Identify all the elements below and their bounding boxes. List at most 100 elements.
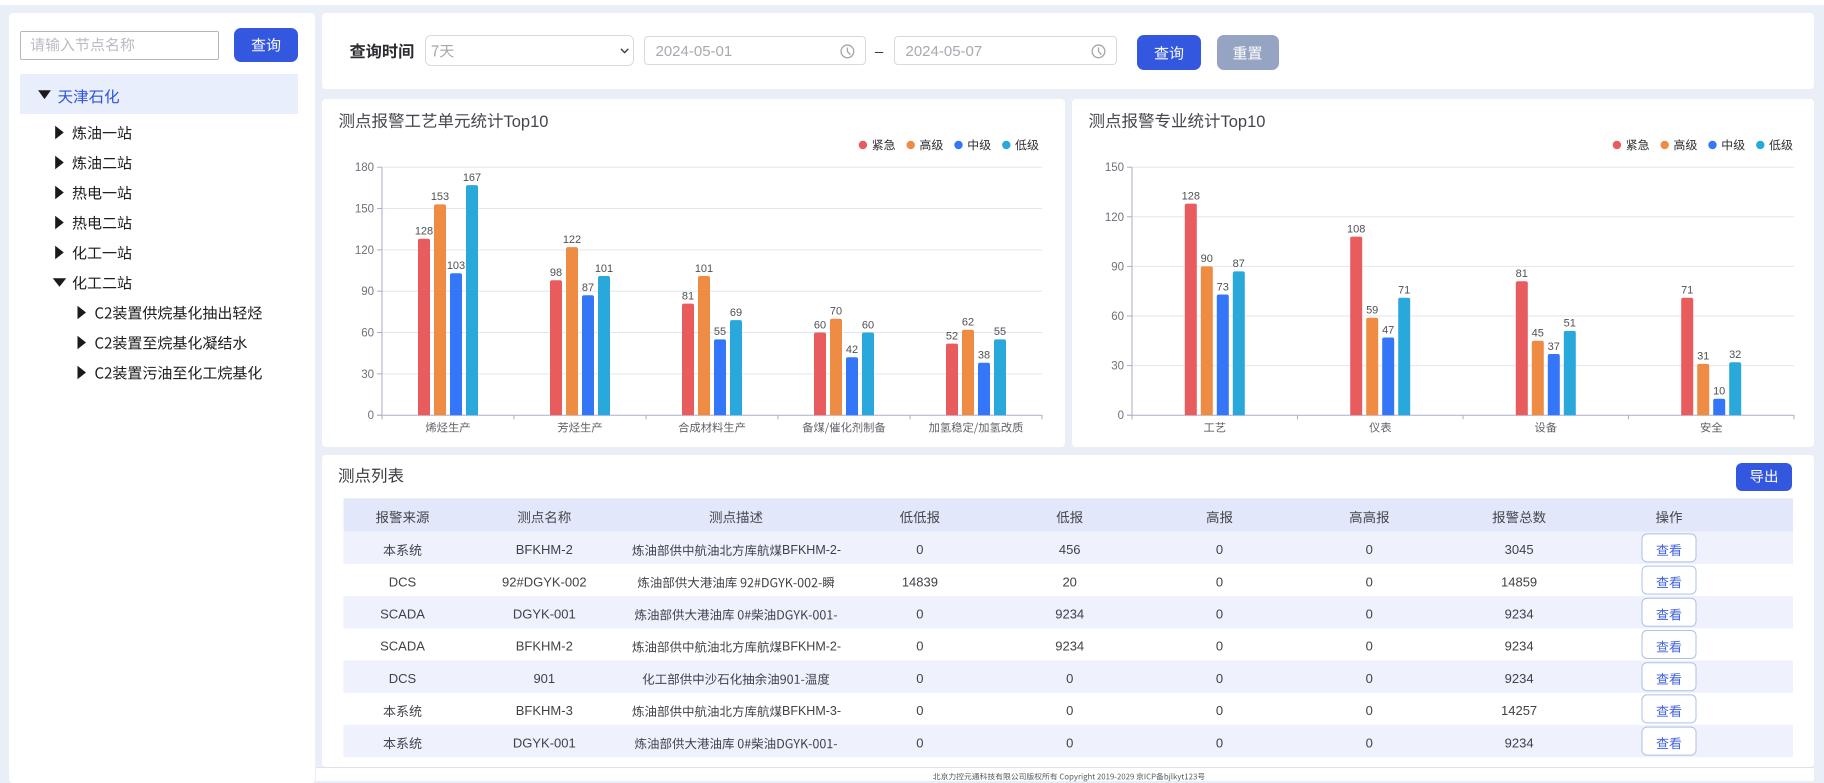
- svg-text:59: 59: [1366, 305, 1378, 317]
- svg-text:9234: 9234: [1055, 639, 1084, 654]
- svg-text:71: 71: [1681, 285, 1693, 297]
- svg-text:90: 90: [361, 286, 374, 298]
- svg-text:37: 37: [1548, 341, 1560, 353]
- svg-text:9234: 9234: [1505, 735, 1534, 750]
- svg-text:51: 51: [1564, 318, 1576, 330]
- svg-text:73: 73: [1217, 281, 1229, 293]
- svg-text:108: 108: [1347, 223, 1365, 235]
- svg-text:14839: 14839: [902, 574, 938, 589]
- svg-text:101: 101: [695, 263, 713, 275]
- svg-text:SCADA: SCADA: [380, 639, 425, 654]
- svg-text:47: 47: [1382, 324, 1394, 336]
- svg-text:45: 45: [1532, 328, 1544, 340]
- svg-text:0: 0: [1216, 574, 1223, 589]
- svg-text:BFKHM-3-: BFKHM-3-: [782, 704, 841, 718]
- svg-text:153: 153: [431, 191, 449, 203]
- svg-text:42: 42: [846, 344, 858, 356]
- svg-text:90: 90: [1201, 253, 1213, 265]
- svg-text:87: 87: [1233, 258, 1245, 270]
- svg-text:Top10: Top10: [1221, 113, 1266, 131]
- svg-text:150: 150: [355, 204, 374, 216]
- svg-text:60: 60: [814, 319, 826, 331]
- svg-text:62: 62: [962, 317, 974, 329]
- svg-text:90: 90: [1111, 261, 1124, 273]
- svg-text:10: 10: [1713, 386, 1725, 398]
- svg-text:BFKHM-2-: BFKHM-2-: [782, 640, 841, 654]
- svg-text:0: 0: [1366, 735, 1373, 750]
- svg-text:81: 81: [682, 290, 694, 302]
- svg-text:30: 30: [361, 369, 374, 381]
- svg-text:98: 98: [550, 267, 562, 279]
- svg-text:71: 71: [1398, 285, 1410, 297]
- svg-text:3045: 3045: [1505, 542, 1534, 557]
- svg-text:BFKHM-2: BFKHM-2: [516, 639, 573, 654]
- svg-text:60: 60: [1111, 311, 1124, 323]
- svg-text:SCADA: SCADA: [380, 607, 425, 622]
- svg-text:9234: 9234: [1505, 671, 1534, 686]
- svg-text:–: –: [875, 44, 884, 61]
- svg-text:0: 0: [1366, 607, 1373, 622]
- svg-text:BFKHM-3: BFKHM-3: [516, 703, 573, 718]
- svg-text:0: 0: [916, 542, 923, 557]
- svg-text:0: 0: [1216, 639, 1223, 654]
- svg-text:92#DGYK-002: 92#DGYK-002: [502, 574, 587, 589]
- svg-text:9234: 9234: [1505, 607, 1534, 622]
- svg-text:0: 0: [916, 607, 923, 622]
- svg-text:101: 101: [595, 263, 613, 275]
- svg-text:BFKHM-2-: BFKHM-2-: [782, 543, 841, 557]
- svg-text:0: 0: [1216, 703, 1223, 718]
- svg-text:456: 456: [1059, 542, 1081, 557]
- svg-text:0: 0: [1366, 639, 1373, 654]
- svg-text:128: 128: [415, 226, 433, 238]
- svg-text:901: 901: [533, 671, 555, 686]
- svg-text:DCS: DCS: [389, 574, 417, 589]
- svg-text:9234: 9234: [1055, 607, 1084, 622]
- svg-text:0: 0: [368, 410, 374, 422]
- svg-text:180: 180: [355, 162, 374, 174]
- svg-text:0: 0: [916, 671, 923, 686]
- svg-text:0: 0: [1066, 703, 1073, 718]
- svg-text:30: 30: [1111, 361, 1124, 373]
- svg-text:0: 0: [1366, 542, 1373, 557]
- svg-text:167: 167: [463, 172, 481, 184]
- svg-text:Top10: Top10: [504, 113, 549, 131]
- svg-text:DGYK-001: DGYK-001: [513, 735, 576, 750]
- svg-text:55: 55: [714, 326, 726, 338]
- svg-text:DCS: DCS: [389, 671, 417, 686]
- svg-text:0: 0: [916, 639, 923, 654]
- svg-text:120: 120: [355, 245, 374, 257]
- svg-text:20: 20: [1062, 574, 1076, 589]
- svg-text:55: 55: [994, 326, 1006, 338]
- svg-text:150: 150: [1105, 162, 1124, 174]
- svg-text:103: 103: [447, 260, 465, 272]
- svg-text:0: 0: [1366, 671, 1373, 686]
- svg-text:52: 52: [946, 330, 958, 342]
- svg-text:32: 32: [1729, 349, 1741, 361]
- svg-text:0: 0: [1216, 607, 1223, 622]
- svg-text:2024-05-01: 2024-05-01: [656, 43, 733, 60]
- svg-text:60: 60: [862, 319, 874, 331]
- svg-text:69: 69: [730, 307, 742, 319]
- svg-text:122: 122: [563, 234, 581, 246]
- svg-text:14859: 14859: [1501, 574, 1537, 589]
- svg-text:DGYK-001: DGYK-001: [513, 607, 576, 622]
- svg-text:120: 120: [1105, 212, 1124, 224]
- svg-text:2024-05-07: 2024-05-07: [906, 43, 983, 60]
- svg-text:0: 0: [1118, 410, 1124, 422]
- svg-text:0: 0: [1216, 735, 1223, 750]
- svg-text:81: 81: [1516, 268, 1528, 280]
- svg-text:9234: 9234: [1505, 639, 1534, 654]
- svg-text:128: 128: [1182, 190, 1200, 202]
- svg-text:0: 0: [1216, 542, 1223, 557]
- svg-text:0: 0: [1366, 574, 1373, 589]
- svg-text:0: 0: [1066, 735, 1073, 750]
- svg-text:87: 87: [582, 282, 594, 294]
- svg-text:0: 0: [916, 735, 923, 750]
- svg-text:38: 38: [978, 350, 990, 362]
- svg-text:70: 70: [830, 306, 842, 318]
- svg-text:0: 0: [1066, 671, 1073, 686]
- svg-text:0: 0: [1216, 671, 1223, 686]
- svg-text:0: 0: [916, 703, 923, 718]
- svg-text:0: 0: [1366, 703, 1373, 718]
- svg-text:31: 31: [1697, 351, 1709, 363]
